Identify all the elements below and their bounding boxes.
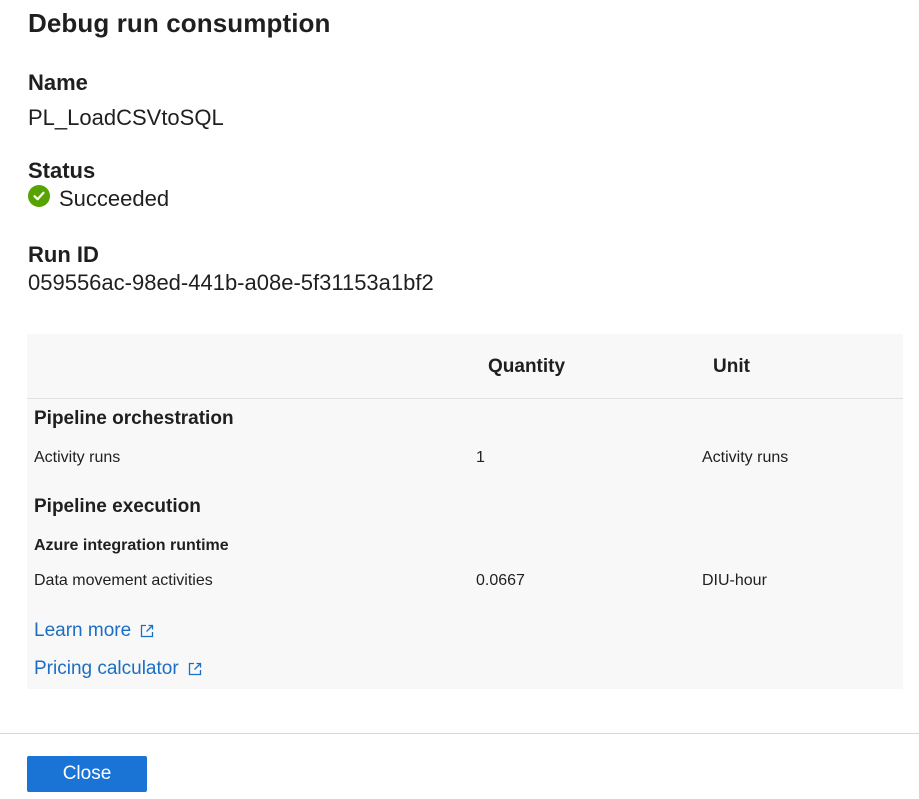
run-id-label: Run ID [28, 242, 99, 267]
section-title-orchestration: Pipeline orchestration [34, 408, 234, 429]
footer-divider [0, 733, 919, 734]
column-header-unit: Unit [713, 356, 750, 377]
pricing-calculator-label: Pricing calculator [34, 658, 179, 679]
section-subtitle-runtime: Azure integration runtime [34, 537, 229, 554]
table-header: Quantity Unit [27, 334, 903, 399]
row-quantity: 0.0667 [476, 572, 525, 589]
name-label: Name [28, 70, 88, 95]
external-link-icon [187, 661, 203, 677]
debug-run-consumption-dialog: Debug run consumption Name PL_LoadCSVtoS… [0, 0, 919, 799]
row-name: Activity runs [34, 449, 121, 466]
external-link-icon [139, 623, 155, 639]
check-circle-icon [28, 185, 50, 207]
learn-more-label: Learn more [34, 620, 132, 641]
pricing-calculator-link[interactable]: Pricing calculator [34, 658, 203, 680]
row-unit: DIU-hour [702, 572, 767, 589]
run-id-value: 059556ac-98ed-441b-a08e-5f31153a1bf2 [28, 270, 434, 295]
consumption-table: Quantity Unit Pipeline orchestration Act… [27, 334, 903, 689]
learn-more-link[interactable]: Learn more [34, 620, 155, 642]
row-unit: Activity runs [702, 449, 789, 466]
status-row: Succeeded [28, 185, 170, 212]
status-value: Succeeded [59, 186, 170, 211]
section-title-execution: Pipeline execution [34, 496, 201, 517]
dialog-title: Debug run consumption [28, 8, 331, 38]
name-value: PL_LoadCSVtoSQL [28, 105, 224, 130]
column-header-quantity: Quantity [488, 356, 566, 377]
row-name: Data movement activities [34, 572, 213, 589]
close-button[interactable]: Close [27, 756, 147, 792]
status-label: Status [28, 158, 96, 183]
row-quantity: 1 [476, 449, 485, 466]
